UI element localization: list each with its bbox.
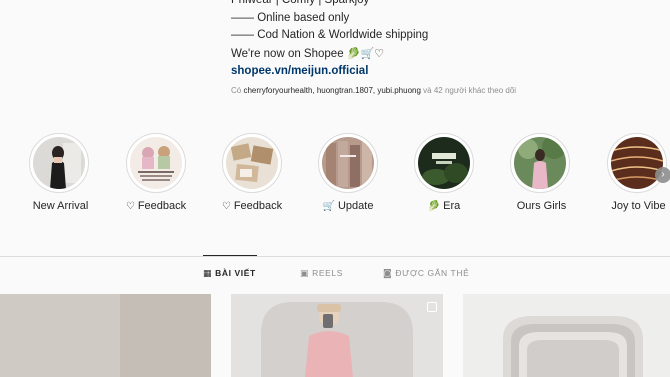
bio-line-top: Phiwear | Comfy | Sparkjoy — [231, 0, 370, 6]
highlight-label: Ours Girls — [516, 200, 567, 212]
highlight-ours-girls[interactable]: Ours Girls — [502, 133, 578, 212]
post-thumbnail[interactable] — [0, 294, 211, 377]
highlight-ring — [510, 133, 570, 193]
followed-by[interactable]: Có cherryforyourhealth, huongtran.1807, … — [231, 86, 516, 95]
story-highlights: New Arrival ♡ Feedback ♡ Feedback 🛒 Upda… — [0, 133, 670, 223]
highlight-label: 🛒 Update — [322, 200, 374, 212]
bio-line-online: —— Online based only — [231, 11, 350, 24]
highlight-era[interactable]: 🥬 Era — [406, 133, 482, 212]
chevron-right-icon: › — [661, 169, 665, 180]
highlight-update[interactable]: 🛒 Update — [310, 133, 386, 212]
highlight-cover — [226, 137, 278, 189]
bio-link[interactable]: shopee.vn/meijun.official — [231, 63, 428, 81]
heart-icon: ♡ — [125, 201, 135, 212]
shopee-text: We're now on Shopee — [231, 47, 344, 60]
followed-suffix: và 42 người khác theo dõi — [423, 86, 517, 95]
highlight-cover — [611, 137, 663, 189]
highlight-ring — [126, 133, 186, 193]
tag-icon: ◙ — [383, 269, 393, 279]
highlight-ring — [29, 133, 89, 193]
highlight-cover — [514, 137, 566, 189]
highlight-cover — [130, 137, 182, 189]
followed-prefix: Có — [231, 86, 242, 95]
active-tab-indicator — [203, 255, 257, 256]
highlight-ring — [318, 133, 378, 193]
followed-users[interactable]: cherryforyourhealth, huongtran.1807, yub… — [243, 86, 420, 95]
post-thumbnail[interactable] — [463, 294, 670, 377]
next-highlight-button[interactable]: › — [655, 167, 670, 183]
highlight-cover — [322, 137, 374, 189]
profile-bio: Phiwear | Comfy | Sparkjoy —— Online bas… — [231, 0, 428, 81]
highlight-feedback-2[interactable]: ♡ Feedback — [214, 133, 290, 212]
highlight-ring — [414, 133, 474, 193]
bio-line-shipping: —— Cod Nation & Worldwide shipping — [231, 29, 429, 41]
highlight-cover — [418, 137, 470, 189]
tabs-divider — [0, 256, 670, 257]
shopee-emojis: 🥬🛒♡ — [346, 46, 385, 60]
carousel-icon — [427, 302, 437, 312]
highlight-label: ♡ Feedback — [221, 200, 283, 212]
highlight-label: ♡ Feedback — [125, 200, 187, 212]
highlight-label: Joy to Vibe — [611, 200, 666, 212]
cart-icon: 🛒 — [322, 201, 335, 212]
bio-line-shopee: We're now on Shopee 🥬🛒♡ — [231, 45, 428, 64]
grid-icon: ▦ — [203, 269, 213, 279]
tab-tagged[interactable]: ◙ ĐƯỢC GẮN THẺ — [383, 268, 469, 279]
highlight-feedback-1[interactable]: ♡ Feedback — [118, 133, 194, 212]
highlight-label: New Arrival — [32, 200, 89, 212]
highlight-cover — [33, 137, 85, 189]
heart-icon: ♡ — [221, 201, 231, 212]
tab-posts[interactable]: ▦ BÀI VIẾT — [203, 268, 256, 279]
tab-reels[interactable]: ▣ REELS — [300, 268, 343, 279]
post-thumbnail[interactable] — [231, 294, 443, 377]
highlight-new-arrival[interactable]: New Arrival — [21, 133, 97, 212]
leaf-icon: 🥬 — [427, 201, 441, 212]
reels-icon: ▣ — [300, 269, 310, 279]
highlight-ring — [607, 133, 667, 193]
highlight-ring — [222, 133, 282, 193]
highlight-label: 🥬 Era — [427, 200, 461, 212]
